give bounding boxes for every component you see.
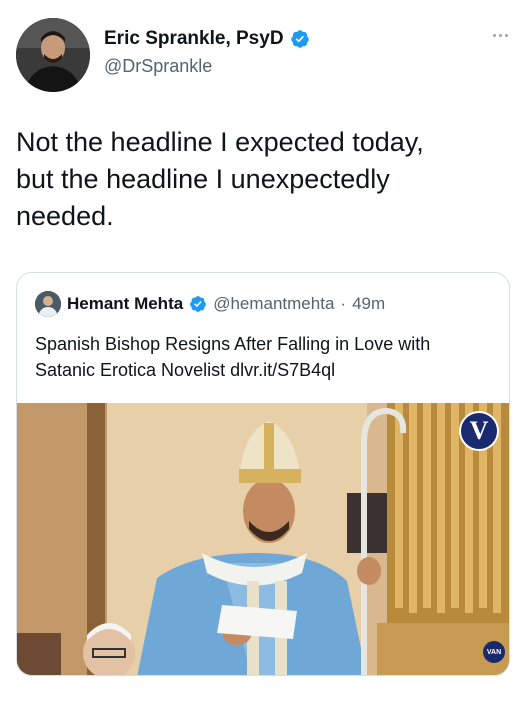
author-avatar[interactable] xyxy=(16,18,90,92)
tweet-text: Not the headline I expected today, but t… xyxy=(16,127,424,231)
quoted-tweet[interactable]: Hemant Mehta @hemantmehta · 49m Spanish … xyxy=(16,272,510,676)
author-name-row: Eric Sprankle, PsyD xyxy=(104,28,310,50)
verified-badge-icon xyxy=(290,30,309,48)
media-corner-badge: VAN xyxy=(483,641,505,663)
quoted-tweet-time: 49m xyxy=(352,294,386,313)
author-display-name[interactable]: Eric Sprankle, PsyD xyxy=(104,28,284,50)
verified-badge-icon xyxy=(190,296,207,312)
author-handle[interactable]: @DrSprankle xyxy=(104,56,212,77)
tweet: Eric Sprankle, PsyD @DrSprankle Not the … xyxy=(0,0,526,704)
more-horizontal-icon[interactable] xyxy=(493,34,508,37)
quoted-tweet-media[interactable] xyxy=(17,403,509,675)
media-logo-badge: V xyxy=(459,411,499,451)
quoted-author-name: Hemant Mehta xyxy=(67,294,184,313)
quoted-author-handle: @hemantmehta xyxy=(213,294,335,313)
quoted-tweet-header: Hemant Mehta @hemantmehta · 49m xyxy=(35,291,385,317)
separator-dot: · xyxy=(340,294,347,313)
quoted-author-avatar xyxy=(35,291,61,317)
quoted-tweet-text: Spanish Bishop Resigns After Falling in … xyxy=(35,334,431,380)
